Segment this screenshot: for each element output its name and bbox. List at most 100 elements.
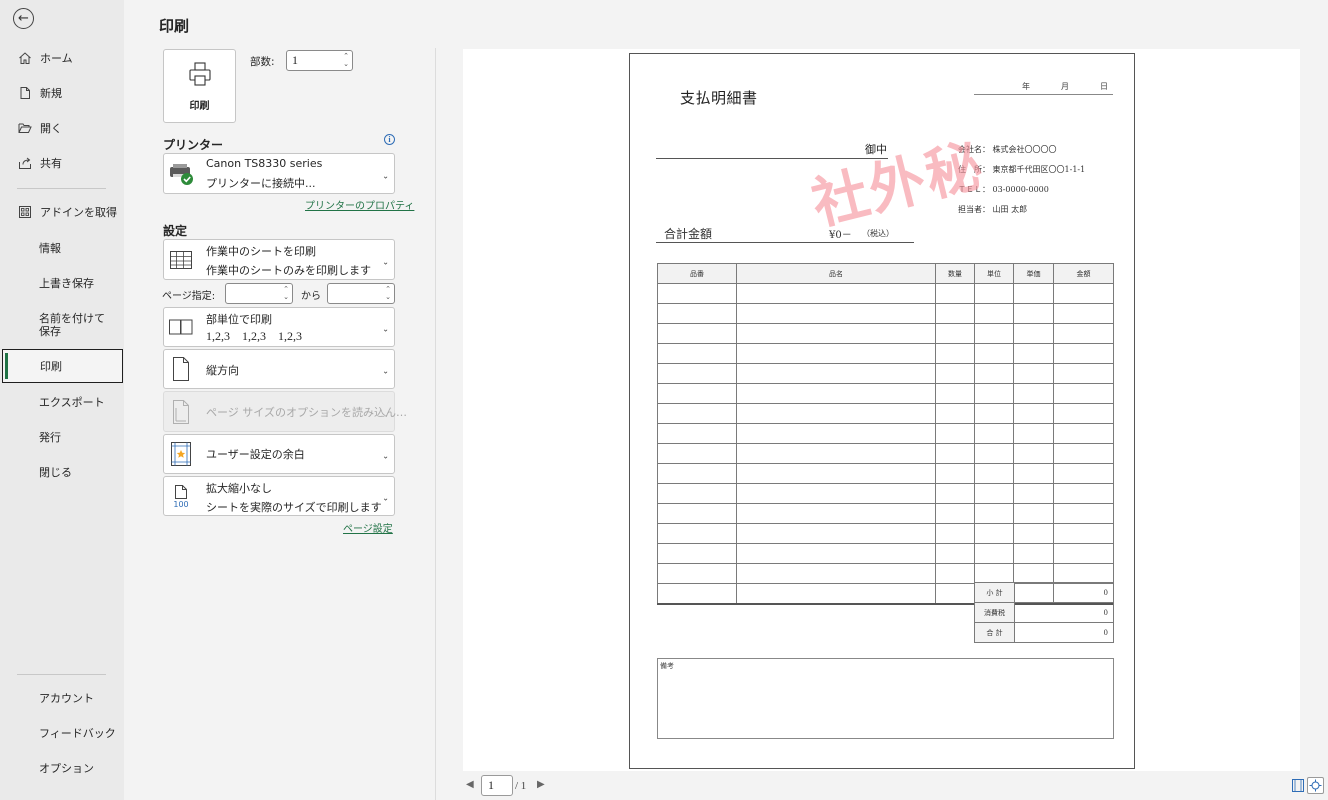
nav-account[interactable]: アカウント xyxy=(0,681,124,715)
copies-spinner[interactable]: ⌃ ⌄ xyxy=(343,52,349,68)
nav-publish[interactable]: 発行 xyxy=(0,420,124,454)
table-cell xyxy=(935,463,975,484)
table-cell xyxy=(974,363,1014,384)
margins-title: ユーザー設定の余白 xyxy=(206,448,305,461)
remarks-box: 備考 xyxy=(657,658,1114,739)
nav-options[interactable]: オプション xyxy=(0,751,124,785)
table-cell xyxy=(935,403,975,424)
copies-input[interactable]: 1 ⌃ ⌄ xyxy=(286,50,353,71)
nav-print[interactable]: 印刷 xyxy=(2,349,123,383)
table-cell xyxy=(1013,323,1054,344)
table-row xyxy=(657,343,1114,364)
table-cell xyxy=(657,363,737,384)
pages-from-spinner[interactable]: ⌃ ⌄ xyxy=(283,285,289,301)
pages-to-input[interactable]: ⌃ ⌄ xyxy=(327,283,395,304)
prev-page-icon[interactable]: ◀ xyxy=(466,779,474,790)
table-cell xyxy=(974,503,1014,524)
total-note: （税込） xyxy=(862,229,894,238)
scaling-dropdown[interactable]: 100 拡大縮小なし シートを実際のサイズで印刷します ⌄ xyxy=(163,476,395,516)
pages-to-spinner[interactable]: ⌃ ⌄ xyxy=(385,285,391,301)
nav-info[interactable]: 情報 xyxy=(0,231,124,265)
chevron-down-icon: ⌄ xyxy=(382,451,389,461)
share-icon xyxy=(17,155,33,171)
nav-save[interactable]: 上書き保存 xyxy=(0,266,124,300)
zoom-to-page-icon[interactable] xyxy=(1307,777,1324,794)
items-table: 品番 品名 数量 単位 単価 金額 xyxy=(657,263,1114,605)
table-cell xyxy=(736,343,936,364)
next-page-icon[interactable]: ▶ xyxy=(537,779,545,790)
table-row: 消費税 0 xyxy=(974,602,1114,623)
page-number-input[interactable]: 1 xyxy=(481,775,513,796)
printer-heading: プリンター xyxy=(163,138,224,152)
table-header-row: 品番 品名 数量 単位 単価 金額 xyxy=(657,263,1114,284)
total-label: 合計金額 xyxy=(664,227,713,241)
table-row xyxy=(657,423,1114,444)
table-cell xyxy=(657,303,737,324)
table-cell xyxy=(657,543,737,564)
margins-dropdown[interactable]: ユーザー設定の余白 ⌄ xyxy=(163,434,395,474)
col-header: 数量 xyxy=(935,263,975,284)
scale-100-label: 100 xyxy=(173,499,189,509)
table-cell xyxy=(1013,383,1054,404)
custom-margins-icon xyxy=(167,440,195,468)
paper-size-icon xyxy=(167,398,195,426)
page-setup-link[interactable]: ページ設定 xyxy=(343,520,393,535)
nav-open[interactable]: 開く xyxy=(0,111,124,145)
nav-share[interactable]: 共有 xyxy=(0,146,124,180)
nav-home[interactable]: ホーム xyxy=(0,41,124,75)
printer-properties-link[interactable]: プリンターのプロパティ xyxy=(305,197,414,212)
table-cell xyxy=(935,303,975,324)
chevron-down-icon: ⌄ xyxy=(382,170,389,180)
table-cell xyxy=(935,563,975,584)
table-cell xyxy=(1013,303,1054,324)
table-row xyxy=(657,303,1114,324)
scaling-title: 拡大縮小なし xyxy=(206,482,272,495)
table-cell xyxy=(1013,443,1054,464)
print-what-dropdown[interactable]: 作業中のシートを印刷 作業中のシートのみを印刷します ⌄ xyxy=(163,239,395,280)
table-cell xyxy=(1053,543,1114,564)
table-cell xyxy=(1053,343,1114,364)
nav-label: 閉じる xyxy=(39,466,72,479)
show-margins-icon[interactable] xyxy=(1289,777,1306,794)
back-arrow-icon[interactable]: ← xyxy=(13,8,34,29)
table-cell xyxy=(1013,543,1054,564)
table-cell xyxy=(657,283,737,304)
collation-dropdown[interactable]: 部単位で印刷 1,2,3 1,2,3 1,2,3 ⌄ xyxy=(163,307,395,347)
nav-save-as[interactable]: 名前を付けて保存 xyxy=(0,308,124,346)
table-cell xyxy=(736,323,936,344)
nav-close[interactable]: 閉じる xyxy=(0,455,124,489)
table-cell xyxy=(736,383,936,404)
table-cell xyxy=(935,523,975,544)
table-cell xyxy=(974,323,1014,344)
table-cell xyxy=(657,503,737,524)
nav-feedback[interactable]: フィードバック xyxy=(0,716,124,750)
nav-new[interactable]: 新規 xyxy=(0,76,124,110)
info-icon[interactable]: i xyxy=(384,134,395,145)
chevron-down-icon: ⌄ xyxy=(382,408,389,418)
page-title: 印刷 xyxy=(159,17,190,35)
paper-size-dropdown[interactable]: ページ サイズのオプションを読み込ん… ⌄ xyxy=(163,391,407,432)
pages-from-input[interactable]: ⌃ ⌄ xyxy=(225,283,293,304)
chevron-down-icon: ⌄ xyxy=(382,493,389,503)
table-row xyxy=(657,283,1114,304)
nav-label: 名前を付けて保存 xyxy=(39,312,105,338)
table-row xyxy=(657,403,1114,424)
table-cell xyxy=(1053,363,1114,384)
orientation-dropdown[interactable]: 縦方向 ⌄ xyxy=(163,349,395,389)
table-cell xyxy=(657,483,737,504)
table-row xyxy=(657,503,1114,524)
nav-label: フィードバック xyxy=(39,727,116,740)
nav-export[interactable]: エクスポート xyxy=(0,385,124,419)
table-cell xyxy=(974,443,1014,464)
table-row xyxy=(657,323,1114,344)
sheet-grid-icon xyxy=(167,246,195,274)
print-button[interactable]: 印刷 xyxy=(163,49,236,123)
printer-dropdown[interactable]: Canon TS8330 series プリンターに接続中... ⌄ xyxy=(163,153,395,194)
collation-title: 部単位で印刷 xyxy=(206,313,272,326)
total-value: ¥0－ xyxy=(829,230,852,241)
nav-get-addins[interactable]: アドインを取得 xyxy=(0,195,124,229)
confidential-stamp: 社外秘 xyxy=(805,131,991,238)
table-cell xyxy=(974,383,1014,404)
table-cell xyxy=(736,523,936,544)
date-month-label: 月 xyxy=(1061,82,1069,91)
